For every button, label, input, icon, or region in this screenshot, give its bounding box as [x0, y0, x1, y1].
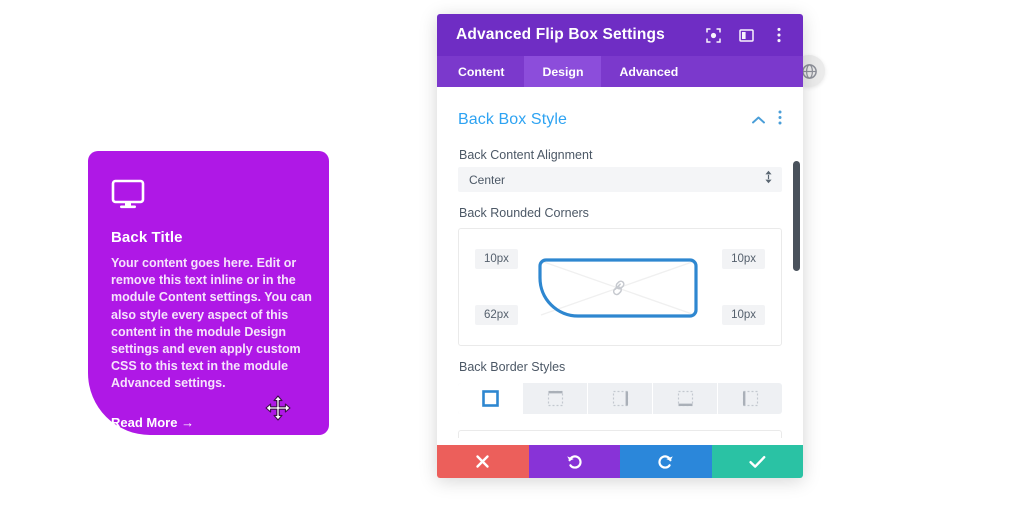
save-button[interactable] — [711, 445, 803, 478]
layout-panel-icon[interactable] — [738, 27, 754, 43]
panel-body: Back Box Style Back Content Alignment Ce… — [437, 87, 803, 438]
close-x-icon — [476, 455, 489, 468]
cancel-button[interactable] — [437, 445, 529, 478]
border-styles-group — [458, 383, 782, 414]
tab-advanced[interactable]: Advanced — [601, 56, 696, 87]
undo-arrow-icon — [566, 455, 582, 469]
section-controls — [752, 110, 782, 130]
back-rounded-corners-label: Back Rounded Corners — [459, 206, 589, 220]
settings-panel: Advanced Flip Box Settings Content Desig… — [437, 14, 803, 478]
panel-tabs: Content Design Advanced — [437, 56, 803, 87]
redo-arrow-icon — [658, 455, 674, 469]
flip-box-card[interactable]: Back Title Your content goes here. Edit … — [88, 151, 329, 435]
more-vertical-icon[interactable] — [778, 110, 782, 130]
card-body-text: Your content goes here. Edit or remove t… — [111, 256, 312, 391]
check-icon — [749, 455, 766, 468]
panel-header-icons — [705, 27, 787, 43]
border-right-button[interactable] — [588, 383, 653, 414]
border-top-button[interactable] — [523, 383, 588, 414]
corner-preview-shape — [538, 258, 698, 318]
back-content-alignment-label: Back Content Alignment — [459, 148, 593, 162]
next-setting-box — [458, 430, 782, 438]
tab-content[interactable]: Content — [437, 56, 524, 87]
corner-top-right-input[interactable]: 10px — [722, 249, 765, 269]
border-bottom-button[interactable] — [653, 383, 718, 414]
updown-arrows-icon — [764, 170, 773, 189]
undo-button[interactable] — [528, 445, 620, 478]
move-cursor — [265, 395, 291, 421]
select-value: Center — [469, 172, 506, 187]
rounded-corners-widget: 10px 10px 62px 10px — [458, 228, 782, 346]
focus-target-icon[interactable] — [705, 27, 721, 43]
corner-bottom-left-input[interactable]: 62px — [475, 305, 518, 325]
panel-action-bar — [437, 445, 803, 478]
border-all-button[interactable] — [458, 383, 523, 414]
corner-top-left-input[interactable]: 10px — [475, 249, 518, 269]
read-more-link[interactable]: Read More → — [111, 415, 194, 430]
tab-design[interactable]: Design — [524, 56, 602, 87]
desktop-monitor-icon — [111, 179, 145, 209]
section-header-back-box-style: Back Box Style — [458, 87, 782, 134]
panel-header: Advanced Flip Box Settings — [437, 14, 803, 56]
chevron-up-icon[interactable] — [752, 111, 765, 129]
border-left-button[interactable] — [718, 383, 782, 414]
card-title: Back Title — [111, 229, 183, 246]
panel-title: Advanced Flip Box Settings — [456, 26, 665, 43]
corner-bottom-right-input[interactable]: 10px — [722, 305, 765, 325]
back-content-alignment-select[interactable]: Center — [458, 167, 782, 192]
redo-button[interactable] — [620, 445, 712, 478]
panel-scrollbar[interactable] — [793, 161, 800, 271]
back-border-styles-label: Back Border Styles — [459, 360, 566, 374]
section-title[interactable]: Back Box Style — [458, 111, 752, 129]
more-vertical-icon[interactable] — [771, 27, 787, 43]
